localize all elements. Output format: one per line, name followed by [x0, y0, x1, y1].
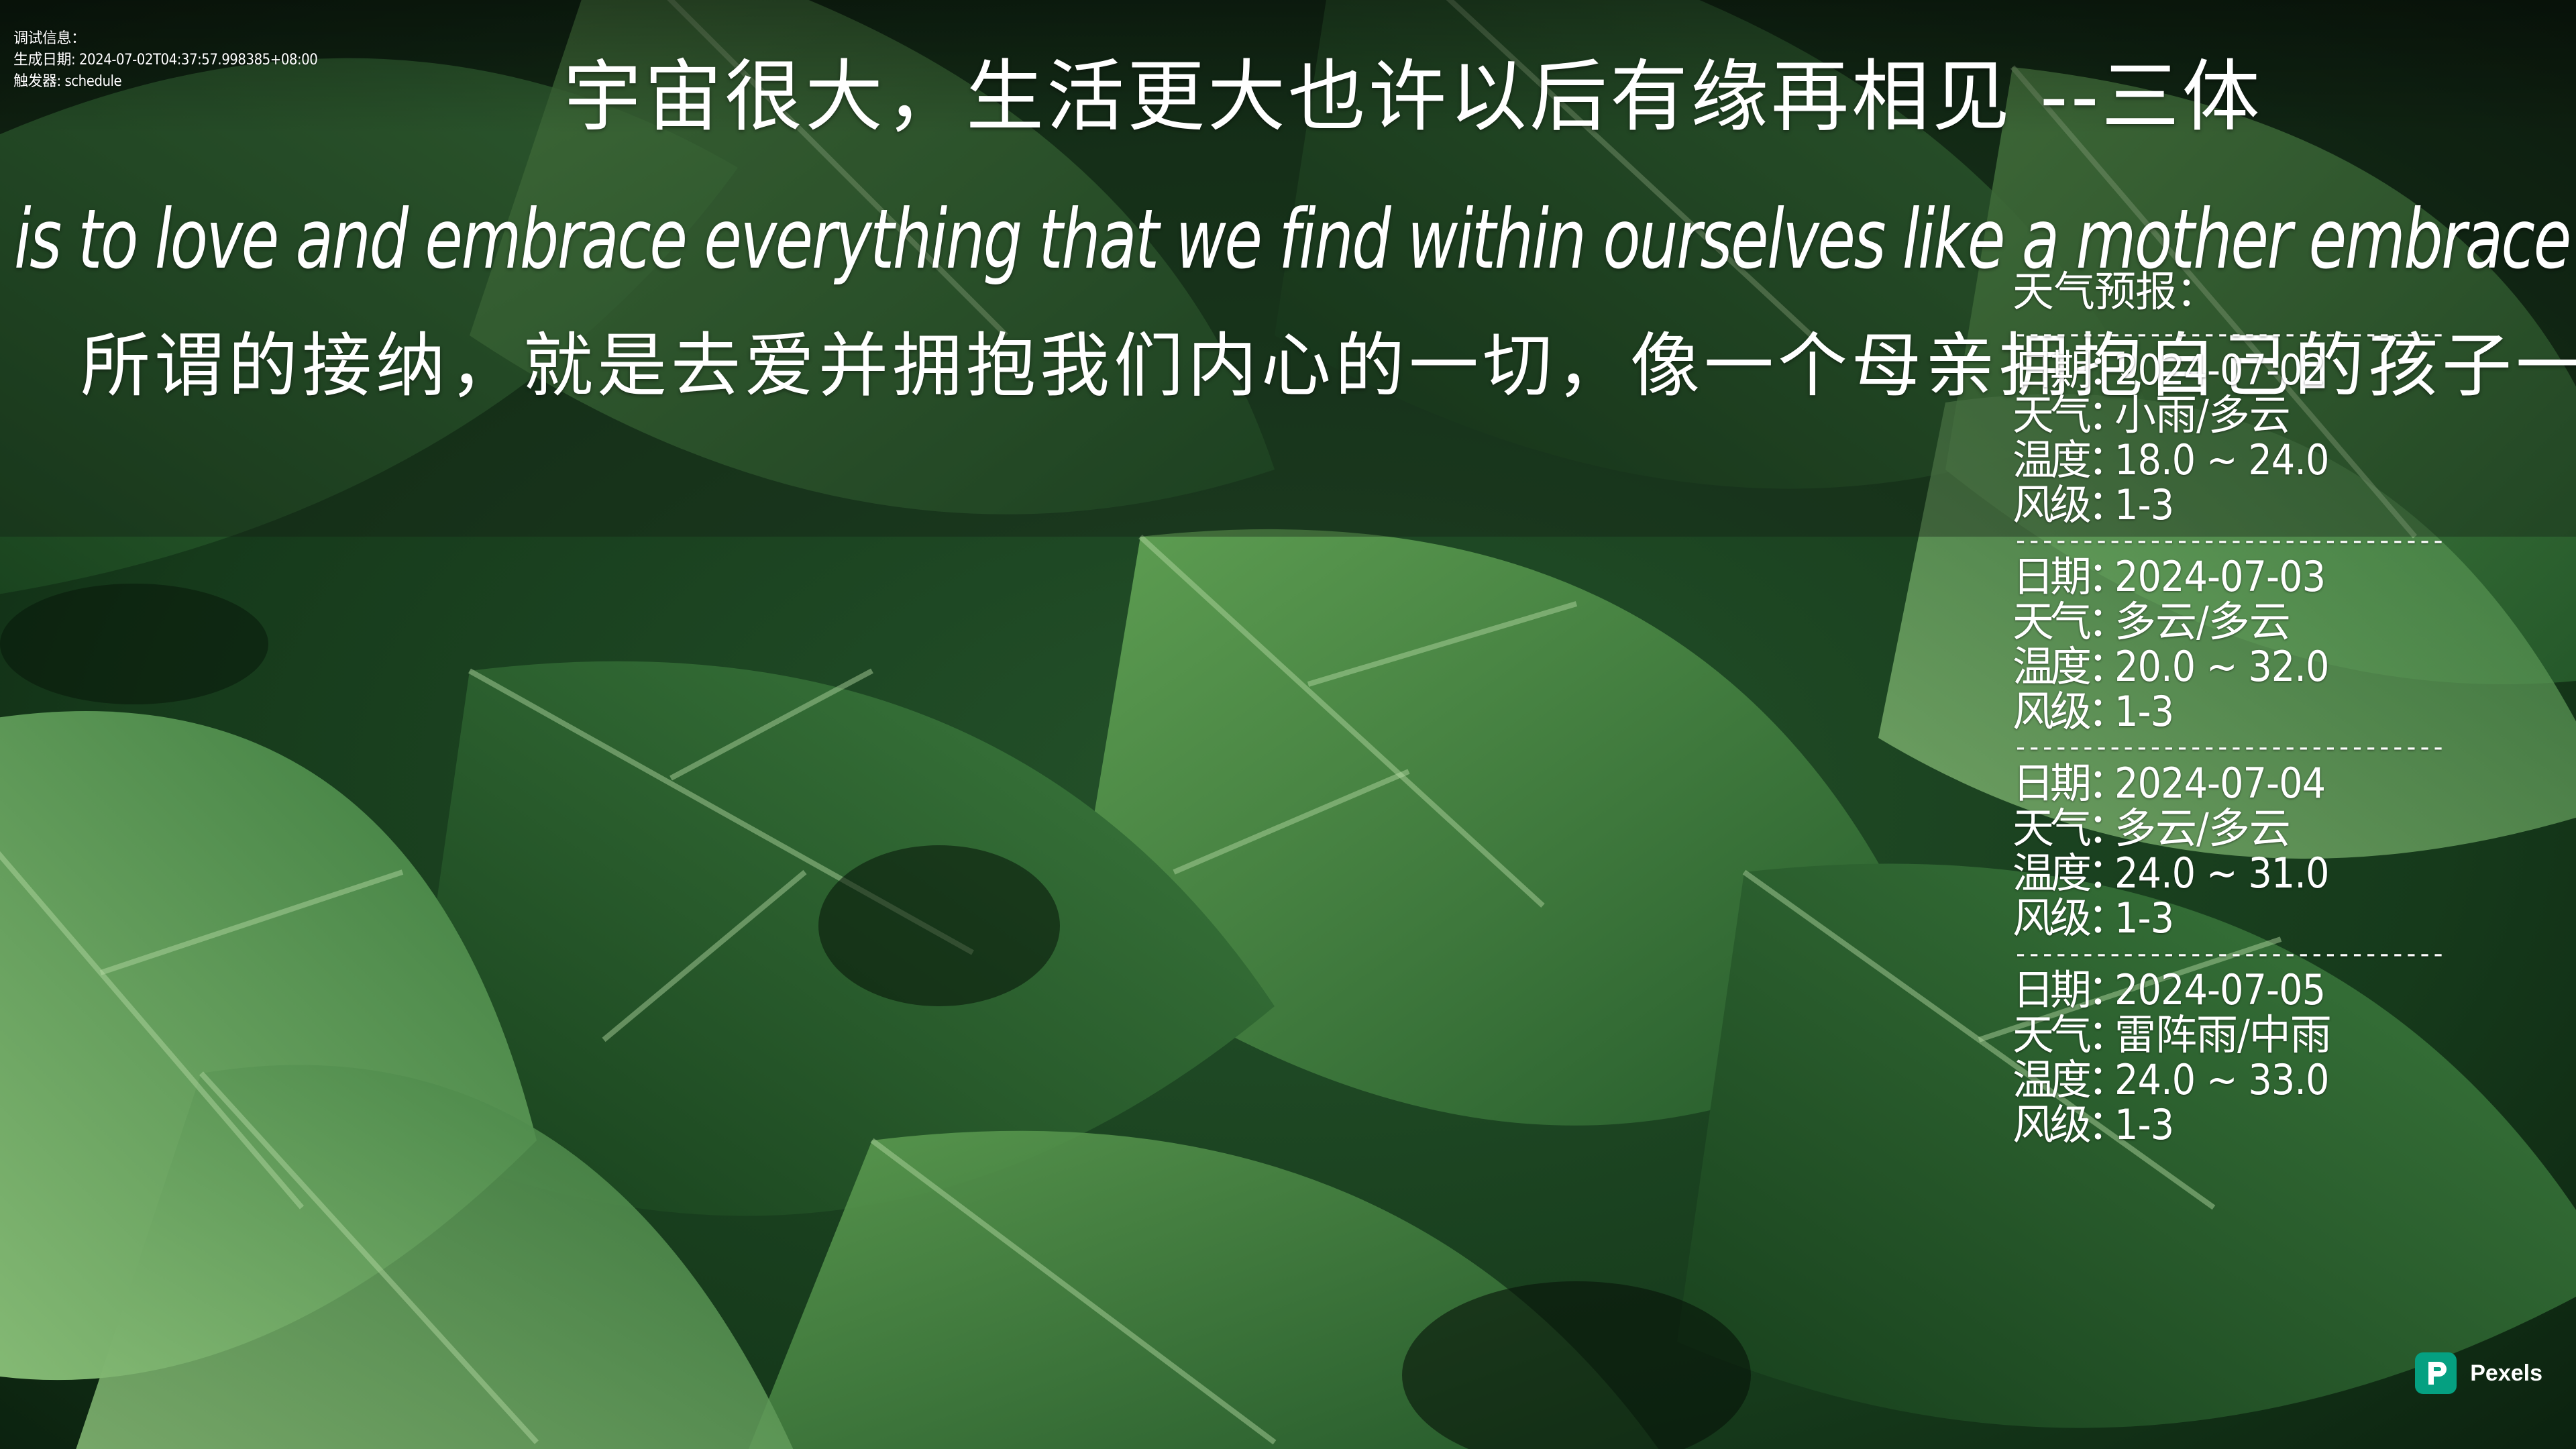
temp-label: 温度 [2012, 849, 2092, 898]
temp-value: 20.0 ~ 32.0 [2114, 642, 2329, 691]
date-label: 日期 [2012, 552, 2092, 601]
weather-date-row: 日期：2024-07-02 [2012, 347, 2442, 392]
desktop-screen: 调试信息： 生成日期: 2024-07-02T04:37:57.998385+0… [0, 0, 2576, 1449]
weather-condition-row: 天气：多云/多云 [2012, 599, 2442, 644]
weather-divider: -------------------------------- [2012, 941, 2442, 967]
wind-value: 1-3 [2114, 894, 2174, 943]
weather-wind-row: 风级：1-3 [2012, 1102, 2442, 1147]
weather-day: 日期：2024-07-03 天气：多云/多云 温度：20.0 ~ 32.0 风级… [2012, 554, 2442, 734]
separator: ： [2088, 435, 2129, 484]
wind-label: 风级 [2012, 1100, 2092, 1149]
weather-temp-row: 温度：24.0 ~ 31.0 [2012, 851, 2442, 896]
weather-condition-row: 天气：雷阵雨/中雨 [2012, 1012, 2442, 1057]
date-value: 2024-07-03 [2114, 552, 2326, 601]
separator: ： [2088, 965, 2129, 1014]
separator: ： [2088, 894, 2129, 943]
weather-condition-row: 天气：小雨/多云 [2012, 392, 2442, 437]
separator: ： [2088, 642, 2129, 691]
weather-label: 天气 [2012, 804, 2092, 853]
separator: ： [2088, 480, 2129, 529]
wind-value: 1-3 [2114, 687, 2174, 736]
wind-label: 风级 [2012, 894, 2092, 943]
temp-value: 24.0 ~ 33.0 [2114, 1055, 2329, 1104]
weather-condition-row: 天气：多云/多云 [2012, 806, 2442, 851]
separator: ： [2088, 345, 2129, 394]
weather-value: 雷阵雨/中雨 [2114, 1010, 2332, 1059]
separator: ： [2088, 804, 2129, 853]
date-value: 2024-07-05 [2114, 965, 2326, 1014]
wind-value: 1-3 [2114, 1100, 2174, 1149]
weather-value: 多云/多云 [2114, 597, 2291, 646]
separator: ： [2088, 1010, 2129, 1059]
wind-label: 风级 [2012, 480, 2092, 529]
debug-generated-date: 生成日期: 2024-07-02T04:37:57.998385+08:00 [13, 52, 318, 68]
weather-value: 小雨/多云 [2114, 390, 2291, 439]
wind-label: 风级 [2012, 687, 2092, 736]
weather-label: 天气 [2012, 597, 2092, 646]
separator: ： [2088, 390, 2129, 439]
temp-label: 温度 [2012, 435, 2092, 484]
date-label: 日期 [2012, 965, 2092, 1014]
weather-date-row: 日期：2024-07-03 [2012, 554, 2442, 599]
wind-value: 1-3 [2114, 480, 2174, 529]
date-value: 2024-07-02 [2114, 345, 2326, 394]
separator: ： [2088, 849, 2129, 898]
separator: ： [2088, 1055, 2129, 1104]
weather-wind-row: 风级：1-3 [2012, 896, 2442, 941]
pexels-watermark[interactable]: Pexels [2415, 1352, 2542, 1394]
weather-divider: -------------------------------- [2012, 527, 2442, 554]
temp-value: 24.0 ~ 31.0 [2114, 849, 2329, 898]
weather-date-row: 日期：2024-07-04 [2012, 761, 2442, 806]
separator: ： [2088, 1100, 2129, 1149]
quote-main-chinese: 宇宙很大，生活更大也许以后有缘再相见 --三体 [564, 52, 2263, 142]
debug-title: 调试信息： [13, 30, 86, 47]
debug-info: 调试信息： 生成日期: 2024-07-02T04:37:57.998385+0… [13, 28, 318, 93]
weather-wind-row: 风级：1-3 [2012, 482, 2442, 527]
weather-label: 天气 [2012, 390, 2092, 439]
weather-wind-row: 风级：1-3 [2012, 689, 2442, 734]
date-label: 日期 [2012, 759, 2092, 808]
weather-forecast-panel: 天气预报： -------------------------------- 日… [2012, 263, 2442, 1147]
weather-day: 日期：2024-07-04 天气：多云/多云 温度：24.0 ~ 31.0 风级… [2012, 761, 2442, 941]
date-label: 日期 [2012, 345, 2092, 394]
weather-temp-row: 温度：20.0 ~ 32.0 [2012, 644, 2442, 689]
weather-day: 日期：2024-07-02 天气：小雨/多云 温度：18.0 ~ 24.0 风级… [2012, 347, 2442, 527]
debug-trigger: 触发器: schedule [13, 73, 122, 90]
temp-value: 18.0 ~ 24.0 [2114, 435, 2329, 484]
separator: ： [2088, 597, 2129, 646]
weather-title: 天气预报： [2012, 267, 2218, 316]
temp-label: 温度 [2012, 1055, 2092, 1104]
weather-value: 多云/多云 [2114, 804, 2291, 853]
weather-divider: -------------------------------- [2012, 321, 2442, 347]
separator: ： [2088, 759, 2129, 808]
pexels-label: Pexels [2470, 1360, 2542, 1386]
weather-date-row: 日期：2024-07-05 [2012, 967, 2442, 1012]
weather-divider: -------------------------------- [2012, 734, 2442, 761]
weather-temp-row: 温度：24.0 ~ 33.0 [2012, 1057, 2442, 1102]
pexels-logo-icon [2415, 1352, 2457, 1394]
date-value: 2024-07-04 [2114, 759, 2326, 808]
separator: ： [2088, 687, 2129, 736]
temp-label: 温度 [2012, 642, 2092, 691]
separator: ： [2088, 552, 2129, 601]
weather-label: 天气 [2012, 1010, 2092, 1059]
weather-temp-row: 温度：18.0 ~ 24.0 [2012, 437, 2442, 482]
weather-day: 日期：2024-07-05 天气：雷阵雨/中雨 温度：24.0 ~ 33.0 风… [2012, 967, 2442, 1147]
